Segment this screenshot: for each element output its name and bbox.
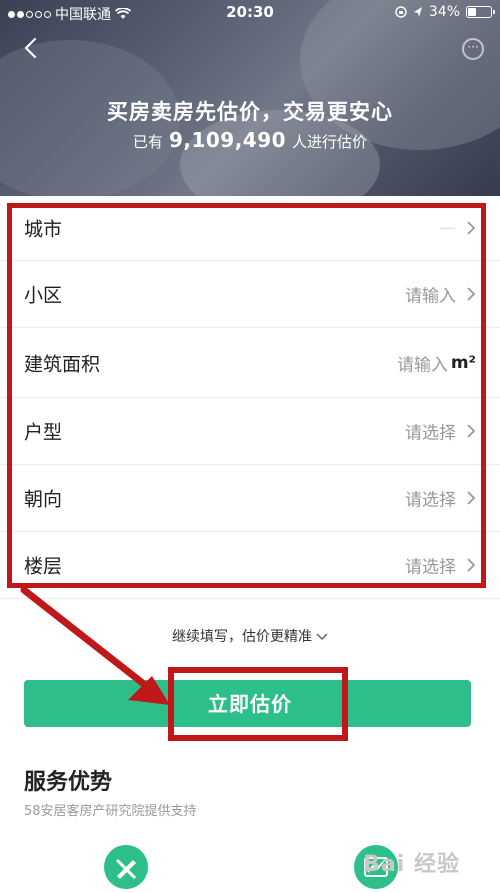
pencil-ruler-icon [104,845,148,889]
form-row-city[interactable]: 城市 — [0,196,500,261]
service-advantages-subtitle: 58安居客房产研究院提供支持 [24,804,197,819]
back-icon[interactable] [18,34,46,62]
battery-percent: 34% [428,4,460,20]
chevron-right-icon [467,221,476,235]
chevron-down-icon [316,633,328,641]
form-row-community[interactable]: 小区 请输入 [0,261,500,328]
form-label: 城市 [24,218,63,241]
watermark: Bai 经验 [363,852,460,877]
hero-title: 买房卖房先估价，交易更安心 [107,100,393,124]
status-bar: 中国联通 20:30 34% [0,0,500,26]
hero-subtitle: 已有 9,109,490 人进行估价 [132,128,368,152]
location-icon [413,7,422,17]
form-row-orientation[interactable]: 朝向 请选择 [0,465,500,532]
estimate-now-label: 立即估价 [208,692,292,716]
form-label: 小区 [24,284,63,307]
form-label: 朝向 [24,488,63,511]
continue-filling-toggle[interactable]: 继续填写，估价更精准 [0,626,500,646]
battery-icon [466,6,495,18]
form-value: 请输入 [405,286,456,307]
form-value: 请选择 [405,557,456,578]
more-options-icon[interactable]: ··· [462,38,484,60]
form-row-layout[interactable]: 户型 请选择 [0,398,500,465]
chevron-right-icon [467,424,476,438]
chevron-right-icon [467,558,476,572]
estimate-count: 9,109,490 [168,128,287,152]
area-unit: m² [450,352,476,373]
form-value: — [439,218,456,238]
area-input[interactable]: 请输入 [397,350,448,375]
form-label: 户型 [24,421,63,444]
form-label: 楼层 [24,555,63,578]
chevron-right-icon [467,491,476,505]
hero-banner: 中国联通 20:30 34% ··· 买房卖房先估价，交易更安心 已有 9,109… [0,0,500,196]
service-advantages-title: 服务优势 [24,770,113,795]
form-label: 建筑面积 [24,353,101,375]
chevron-right-icon [467,287,476,301]
form-row-floor[interactable]: 楼层 请选择 [0,532,500,599]
form-row-area[interactable]: 建筑面积 请输入 m² [0,328,500,398]
form-value: 请选择 [405,490,456,511]
form-value: 请选择 [405,423,456,444]
rotation-lock-icon [395,6,407,18]
